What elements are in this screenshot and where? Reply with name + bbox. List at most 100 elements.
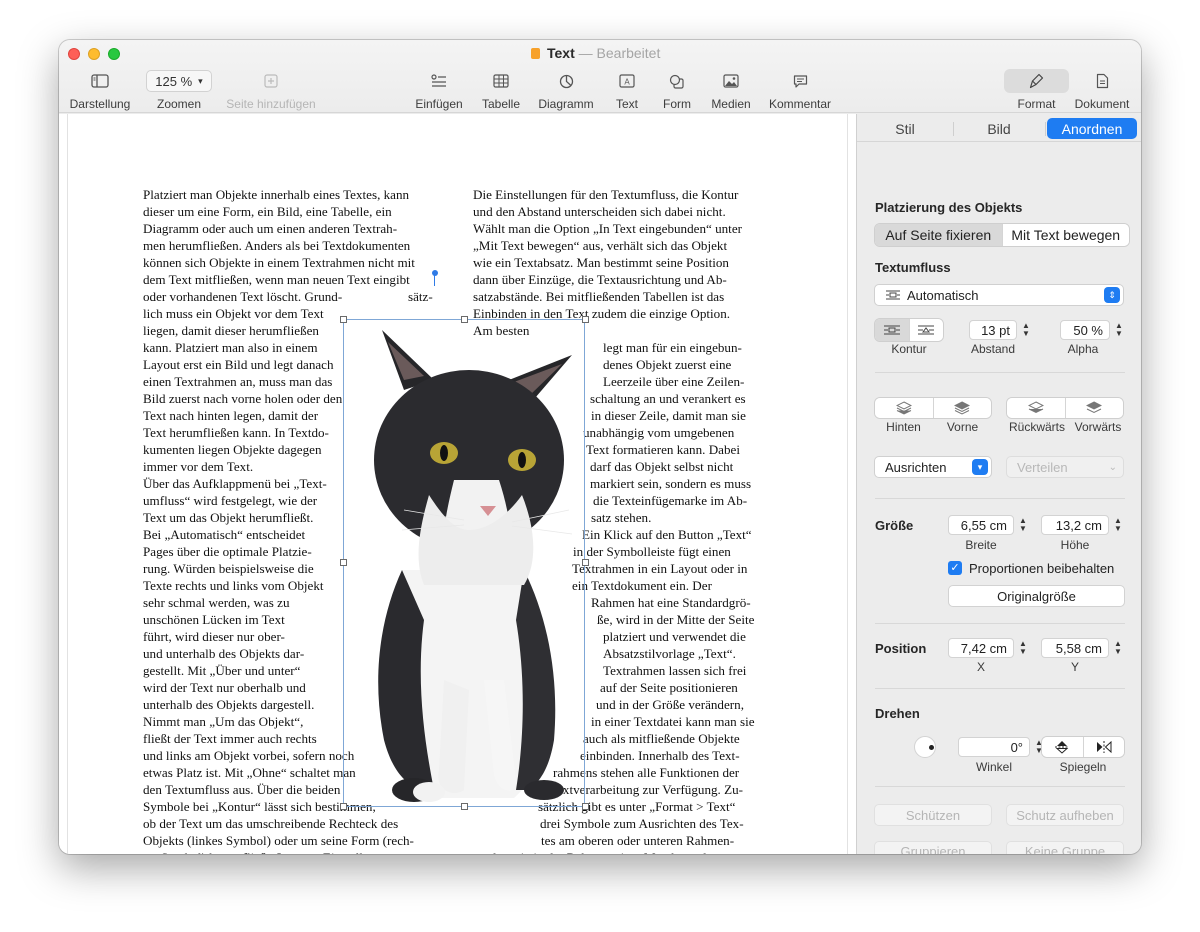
text-line: in dieser Zeile, damit man sie — [591, 408, 746, 423]
spacing-field[interactable]: 13 pt — [969, 320, 1017, 340]
x-label: X — [976, 660, 985, 674]
angle-field[interactable]: 0° — [958, 737, 1030, 757]
text-wrap-select[interactable]: Automatisch ⇕ — [874, 284, 1124, 306]
placement-segmented-control: Auf Seite fixieren Mit Text bewegen — [874, 223, 1130, 247]
text-line: platziert und verwendet die — [603, 629, 746, 644]
text-line: einbinden. Innerhalb des Text- — [580, 748, 740, 763]
send-to-back-button[interactable] — [875, 398, 934, 418]
back-label: Hinten — [886, 420, 921, 434]
table-button[interactable]: Tabelle — [476, 70, 526, 111]
alpha-field[interactable]: 50 % — [1060, 320, 1110, 340]
zoom-window-button[interactable] — [108, 48, 120, 60]
resize-handle-top[interactable] — [461, 316, 468, 323]
contour-shape-button[interactable] — [909, 319, 943, 341]
insert-list-icon — [431, 74, 446, 87]
media-button[interactable]: Medien — [707, 70, 755, 111]
document-icon — [1096, 73, 1108, 89]
resize-handle-bottom-left[interactable] — [340, 803, 347, 810]
selection-frame[interactable] — [343, 319, 585, 807]
alpha-stepper[interactable]: ▲ ▼ — [1114, 320, 1124, 340]
text-line: unterhalb des Objekts dargestell. — [143, 697, 315, 712]
y-position-stepper[interactable]: ▲ ▼ — [1113, 638, 1123, 658]
text-anchor-line — [434, 274, 435, 286]
group-button[interactable]: Gruppieren — [874, 841, 992, 854]
layers-back-icon — [895, 401, 912, 415]
width-field[interactable]: 6,55 cm — [948, 515, 1014, 535]
backward-button[interactable] — [1007, 398, 1066, 418]
text-line: kumenten liegen Objekte dagegen — [143, 442, 322, 457]
position-heading: Position — [875, 641, 927, 656]
tab-arrange[interactable]: Anordnen — [1047, 118, 1137, 139]
insert-button[interactable]: Einfügen — [412, 70, 466, 111]
unlock-button[interactable]: Schutz aufheben — [1006, 804, 1124, 826]
resize-handle-bottom-right[interactable] — [582, 803, 589, 810]
backward-label: Rückwärts — [1008, 420, 1065, 434]
document-button[interactable]: Dokument — [1071, 70, 1133, 111]
text-line: schaltung an und verankert es — [590, 391, 746, 406]
resize-handle-top-left[interactable] — [340, 316, 347, 323]
shape-icon — [669, 74, 684, 89]
close-window-button[interactable] — [68, 48, 80, 60]
resize-handle-top-right[interactable] — [582, 316, 589, 323]
text-line: oder vorhandenen Text löscht. Grund- — [143, 289, 343, 304]
text-line: dieser um eine Form, ein Bild, eine Tabe… — [143, 204, 392, 219]
shape-button[interactable]: Form — [657, 70, 697, 111]
x-position-stepper[interactable]: ▲ ▼ — [1018, 638, 1028, 658]
chart-button[interactable]: Diagramm — [535, 70, 597, 111]
height-stepper[interactable]: ▲ ▼ — [1113, 515, 1123, 535]
text-line: etwas Platz ist. Mit „Ohne“ schaltet man — [143, 765, 356, 780]
align-select[interactable]: Ausrichten ▾ — [874, 456, 992, 478]
text-line: einen Textrahmen an, muss man das — [143, 374, 333, 389]
tab-style[interactable]: Stil — [865, 118, 945, 139]
text-line: ße, wird in der Mitte der Seite — [597, 612, 755, 627]
rotation-dial[interactable] — [914, 736, 936, 758]
proportions-label: Proportionen beibehalten — [969, 561, 1115, 576]
document-canvas[interactable]: Platziert man Objekte innerhalb eines Te… — [59, 114, 856, 854]
text-button[interactable]: A Text — [609, 70, 645, 111]
text-line: Text formatieren kann. Dabei — [586, 442, 740, 457]
height-field[interactable]: 13,2 cm — [1041, 515, 1109, 535]
resize-handle-right[interactable] — [582, 559, 589, 566]
text-line: dem Text mitfließen, wenn man neuen Text… — [143, 272, 410, 287]
add-page-button[interactable]: Seite hinzufügen — [223, 70, 319, 111]
flip-horizontal-button[interactable] — [1083, 737, 1124, 757]
proportions-checkbox[interactable]: ✓ — [948, 561, 962, 575]
distribute-select[interactable]: Verteilen ⌄ — [1006, 456, 1124, 478]
view-button[interactable]: Darstellung — [69, 70, 131, 111]
text-line: Leerzeile über eine Zeilen- — [603, 374, 745, 389]
front-label: Vorne — [946, 420, 979, 434]
layer-forward-icon — [1086, 401, 1103, 414]
zoom-select[interactable]: 125 % ▾ — [146, 70, 212, 92]
hyphen-fragment: sätz- — [408, 289, 433, 304]
text-anchor-marker[interactable] — [432, 270, 438, 276]
text-line: Bei „Automatisch“ entscheidet — [143, 527, 306, 542]
bring-to-front-button[interactable] — [933, 398, 991, 418]
resize-handle-bottom[interactable] — [461, 803, 468, 810]
x-position-field[interactable]: 7,42 cm — [948, 638, 1014, 658]
comment-button[interactable]: Kommentar — [765, 70, 835, 111]
forward-button[interactable] — [1065, 398, 1123, 418]
lock-button[interactable]: Schützen — [874, 804, 992, 826]
fix-on-page-option[interactable]: Auf Seite fixieren — [875, 224, 1003, 246]
flip-label: Spiegeln — [1059, 760, 1107, 774]
size-heading: Größe — [875, 518, 914, 533]
text-line: tes am oberen oder unteren Rahmen- — [541, 833, 735, 848]
width-stepper[interactable]: ▲ ▼ — [1018, 515, 1028, 535]
original-size-button[interactable]: Originalgröße — [948, 585, 1125, 607]
spacing-stepper[interactable]: ▲ ▼ — [1021, 320, 1031, 340]
ungroup-button[interactable]: Keine Gruppe — [1006, 841, 1124, 854]
format-button[interactable]: Format — [1009, 70, 1064, 111]
zoom-control[interactable]: 125 % ▾ Zoomen — [145, 70, 213, 111]
text-line: und links am Objekt vorbei, sofern noch — [143, 748, 355, 763]
text-line: markiert sein, sondern es muss — [590, 476, 752, 491]
text-wrap-heading: Textumfluss — [875, 260, 951, 275]
y-position-field[interactable]: 5,58 cm — [1041, 638, 1109, 658]
tab-image[interactable]: Bild — [957, 118, 1041, 139]
text-line: können sich Objekte in einem Textrahmen … — [143, 255, 415, 270]
resize-handle-left[interactable] — [340, 559, 347, 566]
text-line: liegen, damit dieser herumfließen — [143, 323, 319, 338]
minimize-window-button[interactable] — [88, 48, 100, 60]
move-with-text-option[interactable]: Mit Text bewegen — [1002, 224, 1129, 246]
flip-vertical-button[interactable] — [1042, 737, 1084, 757]
contour-bounding-box-button[interactable] — [875, 319, 910, 341]
